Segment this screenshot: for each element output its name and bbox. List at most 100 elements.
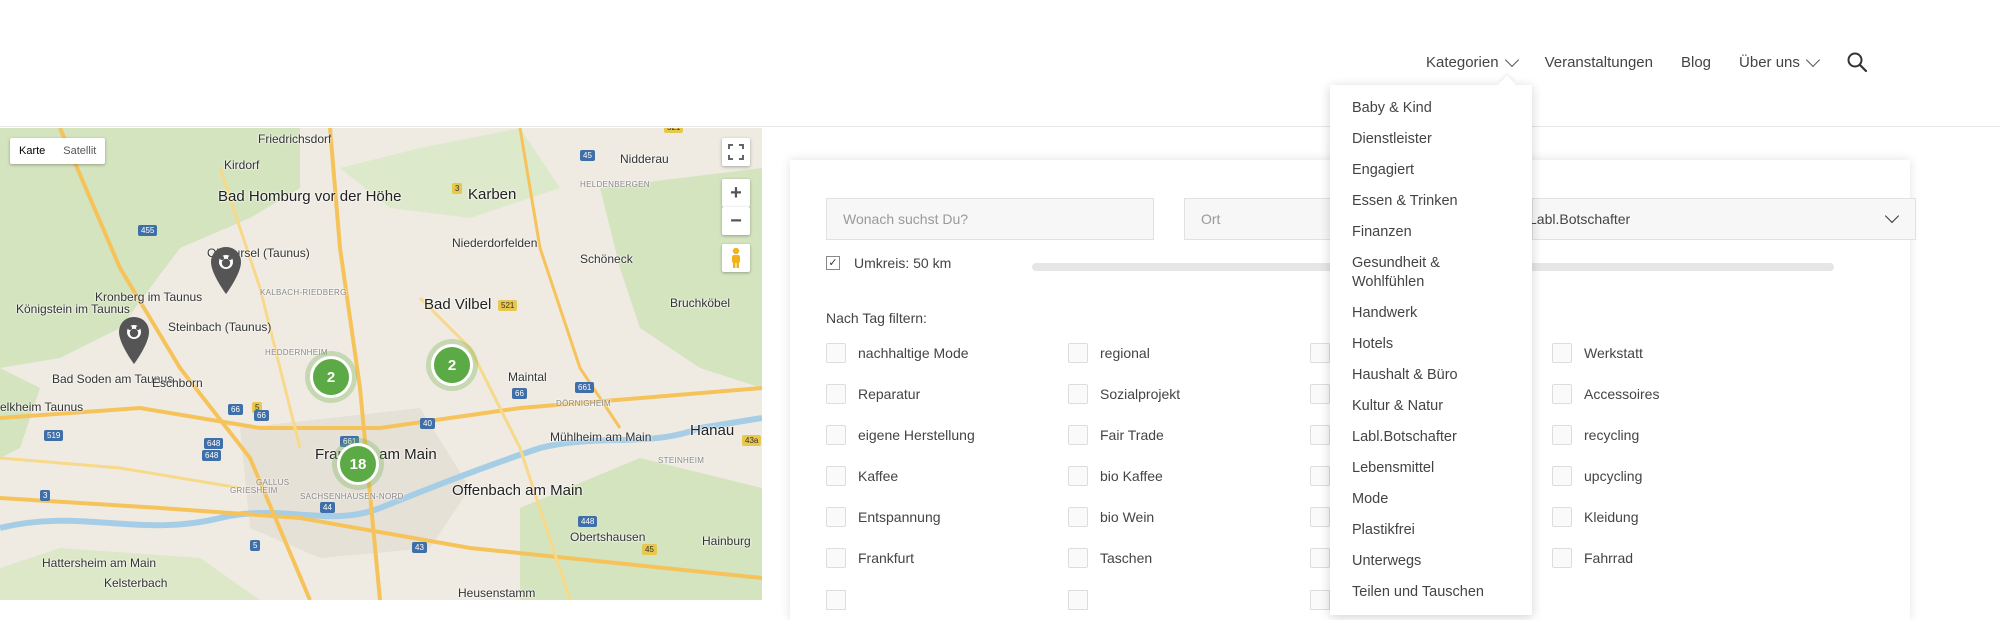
tag-checkbox[interactable]: [1552, 507, 1572, 527]
tag-label: Werkstatt: [1584, 345, 1643, 361]
chevron-down-icon: [1805, 52, 1820, 68]
dropdown-item[interactable]: Dienstleister: [1330, 130, 1532, 149]
tag-checkbox[interactable]: [826, 384, 846, 404]
tag-checkbox[interactable]: [826, 343, 846, 363]
nav-blog[interactable]: Blog: [1681, 54, 1711, 71]
tag-label: regional: [1100, 345, 1150, 361]
tag-checkbox[interactable]: [1068, 507, 1088, 527]
tag-checkbox[interactable]: [1552, 343, 1572, 363]
tag-checkbox[interactable]: [1310, 590, 1330, 610]
dropdown-item[interactable]: Handwerk: [1330, 304, 1532, 323]
map-place-label: Maintal: [508, 370, 547, 384]
tag-checkbox[interactable]: [826, 590, 846, 610]
tag-filter[interactable]: Frankfurt: [826, 548, 914, 568]
tag-checkbox[interactable]: [1068, 384, 1088, 404]
tag-checkbox[interactable]: [1552, 466, 1572, 486]
tag-filter[interactable]: Entspannung: [826, 507, 941, 527]
tag-checkbox[interactable]: [1310, 466, 1330, 486]
dropdown-item[interactable]: Plastikfrei: [1330, 521, 1532, 540]
nav-veranstaltungen[interactable]: Veranstaltungen: [1545, 54, 1653, 71]
road-number: 43a: [742, 435, 762, 446]
map-type-satellit[interactable]: Satellit: [54, 138, 105, 164]
road-number: 3: [452, 183, 463, 194]
dropdown-item[interactable]: Unterwegs: [1330, 552, 1532, 571]
marker-cluster[interactable]: 2: [426, 339, 478, 391]
map-view[interactable]: Karte Satellit + − Friedrichsdorf Kirdorf…: [0, 128, 762, 600]
nav-ueber-uns[interactable]: Über uns: [1739, 52, 1820, 71]
tag-filter[interactable]: Fair Trade: [1068, 425, 1164, 445]
dropdown-item[interactable]: Engagiert: [1330, 161, 1532, 180]
dropdown-item[interactable]: Hotels: [1330, 335, 1532, 354]
tag-checkbox[interactable]: [1068, 590, 1088, 610]
tag-filter[interactable]: nachhaltige Mode: [826, 343, 969, 363]
dropdown-item[interactable]: Labl.Botschafter: [1330, 428, 1532, 447]
tag-checkbox[interactable]: [1310, 384, 1330, 404]
tag-checkbox[interactable]: [826, 425, 846, 445]
tag-filter[interactable]: eigene Herstellung: [826, 425, 975, 445]
tag-label: Reparatur: [858, 386, 921, 402]
tag-filter[interactable]: Sozialprojekt: [1068, 384, 1180, 404]
zoom-in-button[interactable]: +: [722, 179, 750, 207]
dropdown-item[interactable]: Mode: [1330, 490, 1532, 509]
tag-checkbox[interactable]: [1310, 343, 1330, 363]
tag-filter[interactable]: Accessoires: [1552, 384, 1659, 404]
pegman-icon[interactable]: [722, 244, 750, 272]
map-place-label: Offenbach am Main: [452, 482, 583, 499]
tag-checkbox[interactable]: [826, 507, 846, 527]
tag-checkbox[interactable]: [1552, 384, 1572, 404]
tag-filter[interactable]: bio Wein: [1068, 507, 1154, 527]
search-location-input[interactable]: Ort: [1184, 198, 1354, 240]
tag-filter[interactable]: Kaffee: [826, 466, 898, 486]
tag-checkbox[interactable]: [1068, 343, 1088, 363]
map-place-label: KALBACH-RIEDBERG: [260, 288, 347, 297]
tag-filter[interactable]: Taschen: [1068, 548, 1152, 568]
radius-toggle[interactable]: ✓ Umkreis: 50 km: [826, 255, 951, 271]
radius-checkbox[interactable]: ✓: [826, 256, 840, 270]
map-place-label: Kirdorf: [224, 158, 260, 172]
search-icon[interactable]: [1846, 51, 1868, 73]
tag-checkbox[interactable]: [1068, 425, 1088, 445]
chevron-down-icon: [1504, 52, 1519, 68]
tag-filter[interactable]: Reparatur: [826, 384, 920, 404]
dropdown-item[interactable]: Essen & Trinken: [1330, 192, 1532, 211]
dropdown-item[interactable]: Lebensmittel: [1330, 459, 1532, 478]
nav-kategorien[interactable]: Kategorien: [1426, 52, 1519, 71]
fullscreen-icon[interactable]: [722, 138, 750, 166]
zoom-out-button[interactable]: −: [722, 207, 750, 235]
category-select[interactable]: Labl.Botschafter: [1529, 198, 1916, 240]
tag-checkbox[interactable]: [1310, 425, 1330, 445]
tag-filter[interactable]: upcycling: [1552, 466, 1642, 486]
tag-filter[interactable]: Fahrrad: [1552, 548, 1633, 568]
tag-checkbox[interactable]: [1068, 466, 1088, 486]
dropdown-item[interactable]: Gesundheit & Wohlfühlen: [1330, 254, 1532, 292]
road-number: 3: [40, 490, 51, 501]
tag-filter[interactable]: recycling: [1552, 425, 1639, 445]
map-place-label: Steinbach (Taunus): [168, 320, 272, 334]
map-place-label: Hanau: [690, 422, 735, 439]
location-pin-icon[interactable]: [209, 246, 243, 296]
tag-filter[interactable]: Kleidung: [1552, 507, 1639, 527]
dropdown-item[interactable]: Haushalt & Büro: [1330, 366, 1532, 385]
tag-filter[interactable]: bio Kaffee: [1068, 466, 1163, 486]
tag-label: Fair Trade: [1100, 427, 1164, 443]
tag-checkbox[interactable]: [1310, 548, 1330, 568]
tag-checkbox[interactable]: [1552, 425, 1572, 445]
dropdown-item[interactable]: Teilen und Tauschen: [1330, 583, 1532, 602]
search-what-input[interactable]: Wonach suchst Du?: [826, 198, 1154, 240]
location-pin-icon[interactable]: [117, 316, 151, 366]
tag-checkbox[interactable]: [1552, 548, 1572, 568]
dropdown-item[interactable]: Kultur & Natur: [1330, 397, 1532, 416]
tag-checkbox[interactable]: [826, 466, 846, 486]
tag-checkbox[interactable]: [826, 548, 846, 568]
tag-label: Taschen: [1100, 550, 1153, 566]
map-type-karte[interactable]: Karte: [10, 138, 54, 164]
tag-filter[interactable]: Werkstatt: [1552, 343, 1643, 363]
tag-label: recycling: [1584, 427, 1640, 443]
dropdown-item[interactable]: Baby & Kind: [1330, 99, 1532, 118]
tag-filter[interactable]: regional: [1068, 343, 1150, 363]
tag-checkbox[interactable]: [1068, 548, 1088, 568]
marker-cluster[interactable]: 2: [305, 351, 357, 403]
marker-cluster[interactable]: 18: [332, 438, 384, 490]
dropdown-item[interactable]: Finanzen: [1330, 223, 1532, 242]
tag-checkbox[interactable]: [1310, 507, 1330, 527]
